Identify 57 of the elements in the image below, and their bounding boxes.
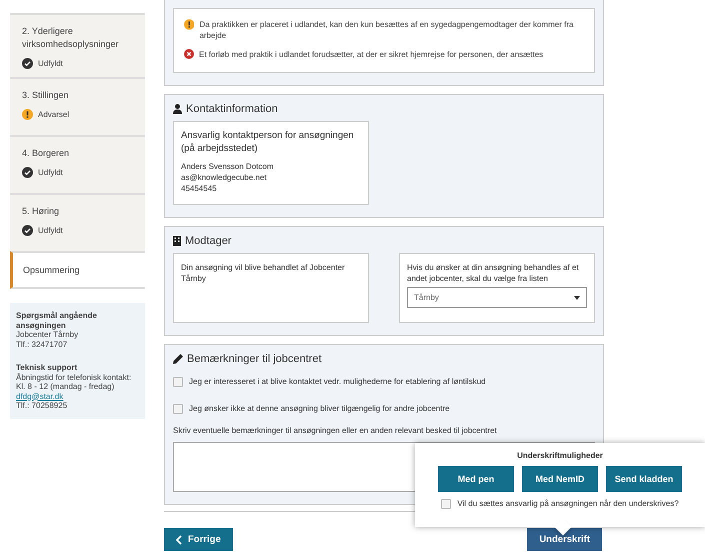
- step-item[interactable]: 5. Høring Udfyldt: [10, 193, 145, 251]
- building-icon: [173, 236, 181, 246]
- select-label: Hvis du ønsker at din ansøgning behandles af et andet jobcenter, skal du vælge fra listen: [407, 262, 580, 284]
- checkbox-label: Vil du sættes ansvarlig på ansøgningen når den underskrives?: [457, 498, 679, 509]
- step-status: Udfyldt: [38, 168, 63, 177]
- signature-option-button[interactable]: Send kladden: [606, 466, 682, 492]
- signature-option-button[interactable]: Med pen: [438, 466, 514, 492]
- panel-title: Modtager: [185, 235, 232, 247]
- checkmark-icon: [22, 58, 33, 69]
- checkbox[interactable]: [173, 376, 183, 386]
- checkbox-label: Jeg ønsker ikke at denne ansøgning bliver tilgængelig for andre jobcentre: [189, 403, 450, 414]
- support-text: Kl. 8 - 12 (mandag - fredag): [16, 382, 116, 392]
- support-text: Tlf.: 32471707: [16, 340, 68, 349]
- checkbox-label: Jeg er interesseret i at blive kontaktet vedr. mulighederne for etablering af løntilskud: [189, 376, 486, 387]
- contact-detail: 45454545: [181, 183, 218, 194]
- person-icon: [173, 104, 182, 114]
- step-status: Udfyldt: [38, 226, 63, 235]
- support-text: Tlf.: 70258925: [16, 401, 68, 410]
- chevron-left-icon: [176, 534, 182, 544]
- step-title: 3. Stillingen: [22, 89, 70, 102]
- error-icon: [184, 49, 194, 59]
- panel-title: Kontaktinformation: [186, 103, 278, 115]
- warning-icon: [22, 109, 33, 120]
- step-item[interactable]: Opsummering: [10, 251, 145, 289]
- signature-option-button[interactable]: Med NemID: [522, 466, 598, 492]
- step-title: 2. Yderligere virksomhedsoplysninger: [22, 25, 120, 51]
- checkbox[interactable]: [441, 498, 452, 508]
- back-button[interactable]: Forrige: [164, 528, 233, 551]
- support-text: Åbningstid for telefonisk kontakt:: [16, 372, 132, 382]
- step-item[interactable]: 4. Borgeren Udfyldt: [10, 135, 145, 193]
- step-item[interactable]: 2. Yderligere virksomhedsoplysninger Udfyldt: [10, 13, 145, 77]
- info-text: Din ansøgning vil blive behandlet af Jobcenter Tårnby: [181, 262, 346, 284]
- support-text: Jobcenter Tårnby: [16, 330, 80, 340]
- step-status: Advarsel: [38, 110, 70, 119]
- support-heading: Teknisk support: [16, 363, 78, 372]
- step-status: Udfyldt: [38, 59, 63, 68]
- popover-title: Underskriftmuligheder: [517, 451, 603, 460]
- panel-title: Bemærkninger til jobcentret: [187, 353, 322, 365]
- jobcenter-select[interactable]: Tårnby: [407, 287, 587, 308]
- contact-detail: as@knowledgecube.net: [181, 172, 268, 183]
- support-heading: Spørgsmål angående ansøgningen: [16, 311, 98, 330]
- email-link[interactable]: dfdg@star.dk: [16, 392, 64, 400]
- contact-detail: Anders Svensson Dotcom: [181, 161, 274, 172]
- pencil-icon: [173, 354, 183, 364]
- validation-message: Da praktikken er placeret i udlandet, kan den kun besættes af en sygedagpengemodtager der kommer fra arbejde: [199, 19, 574, 41]
- checkmark-icon: [22, 167, 33, 178]
- step-title: 4. Borgeren: [22, 147, 70, 160]
- warning-icon: [184, 19, 194, 30]
- step-title: 5. Høring: [22, 205, 60, 218]
- caret-icon: [574, 296, 580, 300]
- validation-message: Et forløb med praktik i udlandet forudsætter, at der er sikret hjemrejse for personen, der ansættes: [199, 49, 544, 60]
- textarea-label: Skriv eventuelle bemærkninger til ansøgningen eller en anden relevant besked til jobcentret: [173, 425, 498, 436]
- card-title: Ansvarlig kontaktperson for ansøgningen (på arbejdsstedet): [181, 129, 355, 155]
- checkmark-icon: [22, 225, 33, 236]
- step-item[interactable]: 3. Stillingen Advarsel: [10, 77, 145, 135]
- checkbox[interactable]: [173, 404, 183, 414]
- sign-button[interactable]: Underskrift: [527, 528, 602, 551]
